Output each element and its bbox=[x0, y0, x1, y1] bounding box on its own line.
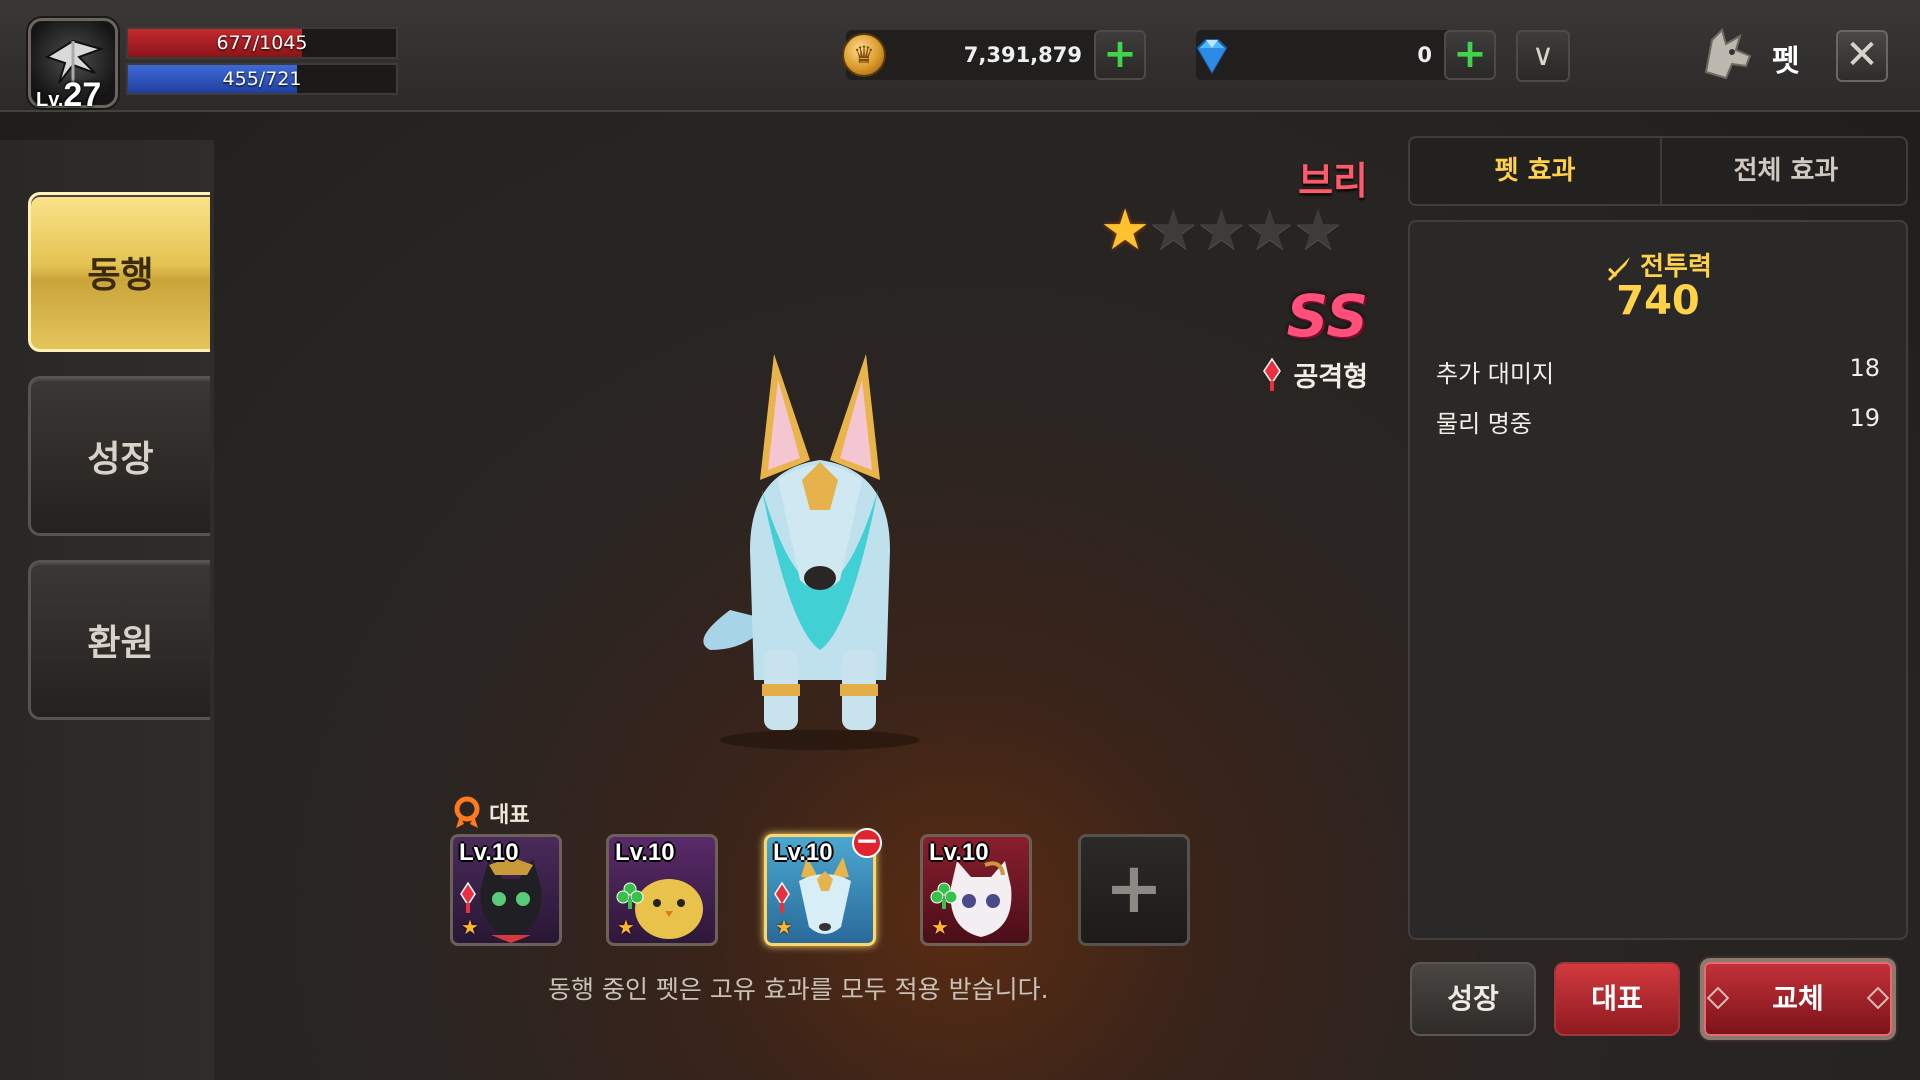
star-empty-icon: ★ bbox=[1196, 198, 1247, 263]
pet-model-blue-fox[interactable] bbox=[690, 350, 950, 750]
add-pet-slot-button[interactable]: + bbox=[1078, 834, 1190, 946]
top-bar: Lv.27 677/1045 455/721 ♛ 7,391,879 + 0 +… bbox=[0, 0, 1920, 115]
swap-button-label: 교체 bbox=[1772, 982, 1824, 1015]
hp-bar: 677/1045 bbox=[126, 27, 398, 59]
tab-companion[interactable]: 동행 bbox=[28, 192, 210, 352]
remove-pet-button[interactable]: − bbox=[852, 827, 882, 858]
level-number: 27 bbox=[63, 76, 102, 114]
tab-total-effect[interactable]: 전체 효과 bbox=[1660, 138, 1910, 204]
pet-name: 브리 bbox=[1298, 159, 1368, 203]
stat-value: 19 bbox=[1849, 404, 1880, 432]
diamond-ornament bbox=[1866, 986, 1890, 1010]
stat-name: 물리 명중 bbox=[1436, 410, 1532, 438]
star-icon: ★ bbox=[931, 915, 949, 939]
pet-slot-level: Lv.10 bbox=[615, 839, 675, 866]
blue-fox-portrait bbox=[799, 857, 851, 934]
tab-growth[interactable]: 성장 bbox=[28, 376, 210, 536]
set-leader-button[interactable]: 대표 bbox=[1554, 962, 1680, 1036]
level-prefix: Lv. bbox=[36, 89, 64, 111]
effect-panel: 전투력 740 추가 대미지 18 물리 명중 19 bbox=[1408, 220, 1908, 940]
stat-row: 추가 대미지 18 bbox=[1436, 354, 1880, 390]
star-icon: ★ bbox=[461, 915, 479, 939]
pet-slot-level: Lv.10 bbox=[773, 839, 833, 866]
screen-title-text: 펫 bbox=[1772, 44, 1800, 79]
effect-tabs: 펫 효과 전체 효과 bbox=[1408, 136, 1908, 206]
close-button[interactable]: ✕ bbox=[1836, 30, 1888, 82]
star-filled-icon: ★ bbox=[1100, 198, 1151, 263]
star-empty-icon: ★ bbox=[1292, 198, 1344, 263]
gold-amount: 7,391,879 bbox=[963, 43, 1082, 67]
pet-slot-level: Lv.10 bbox=[459, 839, 519, 866]
black-cat-portrait bbox=[480, 857, 542, 943]
diamond-icon bbox=[1196, 39, 1228, 74]
combat-power-value: 740 bbox=[1616, 278, 1700, 324]
star-empty-icon: ★ bbox=[1244, 198, 1295, 263]
diamond-ornament bbox=[1706, 986, 1730, 1010]
support-type-icon bbox=[616, 882, 644, 909]
gem-display: 0 + bbox=[1196, 30, 1496, 80]
pet-slot-4[interactable]: Lv.10 ★ bbox=[920, 834, 1032, 946]
gold-display: ♛ 7,391,879 + bbox=[842, 30, 1146, 80]
stat-value: 18 bbox=[1849, 354, 1880, 382]
hp-text: 677/1045 bbox=[216, 32, 308, 54]
attack-type-icon bbox=[460, 881, 476, 913]
expand-menu-button[interactable]: ∨ bbox=[1516, 30, 1570, 82]
leader-ribbon-icon bbox=[454, 796, 480, 828]
stat-row: 물리 명중 19 bbox=[1436, 404, 1880, 440]
companion-notice: 동행 중인 펫은 고유 효과를 모두 적용 받습니다. bbox=[548, 975, 1049, 1004]
pet-grade: SS bbox=[1286, 282, 1368, 350]
attack-type-icon bbox=[774, 881, 790, 913]
mp-text: 455/721 bbox=[222, 68, 302, 90]
pet-type: 공격형 bbox=[1262, 355, 1368, 394]
pet-slot-level: Lv.10 bbox=[929, 839, 989, 866]
add-gold-button[interactable]: + bbox=[1094, 30, 1146, 80]
pet-star-rating: ★★★★★ bbox=[1100, 198, 1344, 263]
star-empty-icon: ★ bbox=[1148, 198, 1199, 263]
gem-amount: 0 bbox=[1417, 43, 1432, 67]
attack-type-icon bbox=[1263, 357, 1282, 391]
add-gem-button[interactable]: + bbox=[1444, 30, 1496, 80]
wolf-head-icon bbox=[1704, 28, 1752, 80]
star-icon: ★ bbox=[775, 915, 793, 939]
star-icon: ★ bbox=[617, 915, 635, 939]
support-type-icon bbox=[930, 882, 958, 909]
tab-reclaim[interactable]: 환원 bbox=[28, 560, 210, 720]
mp-bar: 455/721 bbox=[126, 63, 398, 95]
stat-name: 추가 대미지 bbox=[1436, 360, 1555, 388]
leader-tag: 대표 bbox=[450, 796, 530, 830]
pet-slot-2[interactable]: Lv.10 ★ bbox=[606, 834, 718, 946]
tab-pet-effect[interactable]: 펫 효과 bbox=[1410, 138, 1660, 204]
player-level: Lv.27 bbox=[36, 76, 101, 115]
leader-label: 대표 bbox=[489, 803, 530, 828]
swap-button[interactable]: 교체 bbox=[1700, 958, 1896, 1040]
grow-button[interactable]: 성장 bbox=[1410, 962, 1536, 1036]
pet-slot-1[interactable]: Lv.10 ★ bbox=[450, 834, 562, 946]
crown-coin-icon: ♛ bbox=[842, 33, 886, 77]
pet-type-label: 공격형 bbox=[1293, 362, 1368, 393]
